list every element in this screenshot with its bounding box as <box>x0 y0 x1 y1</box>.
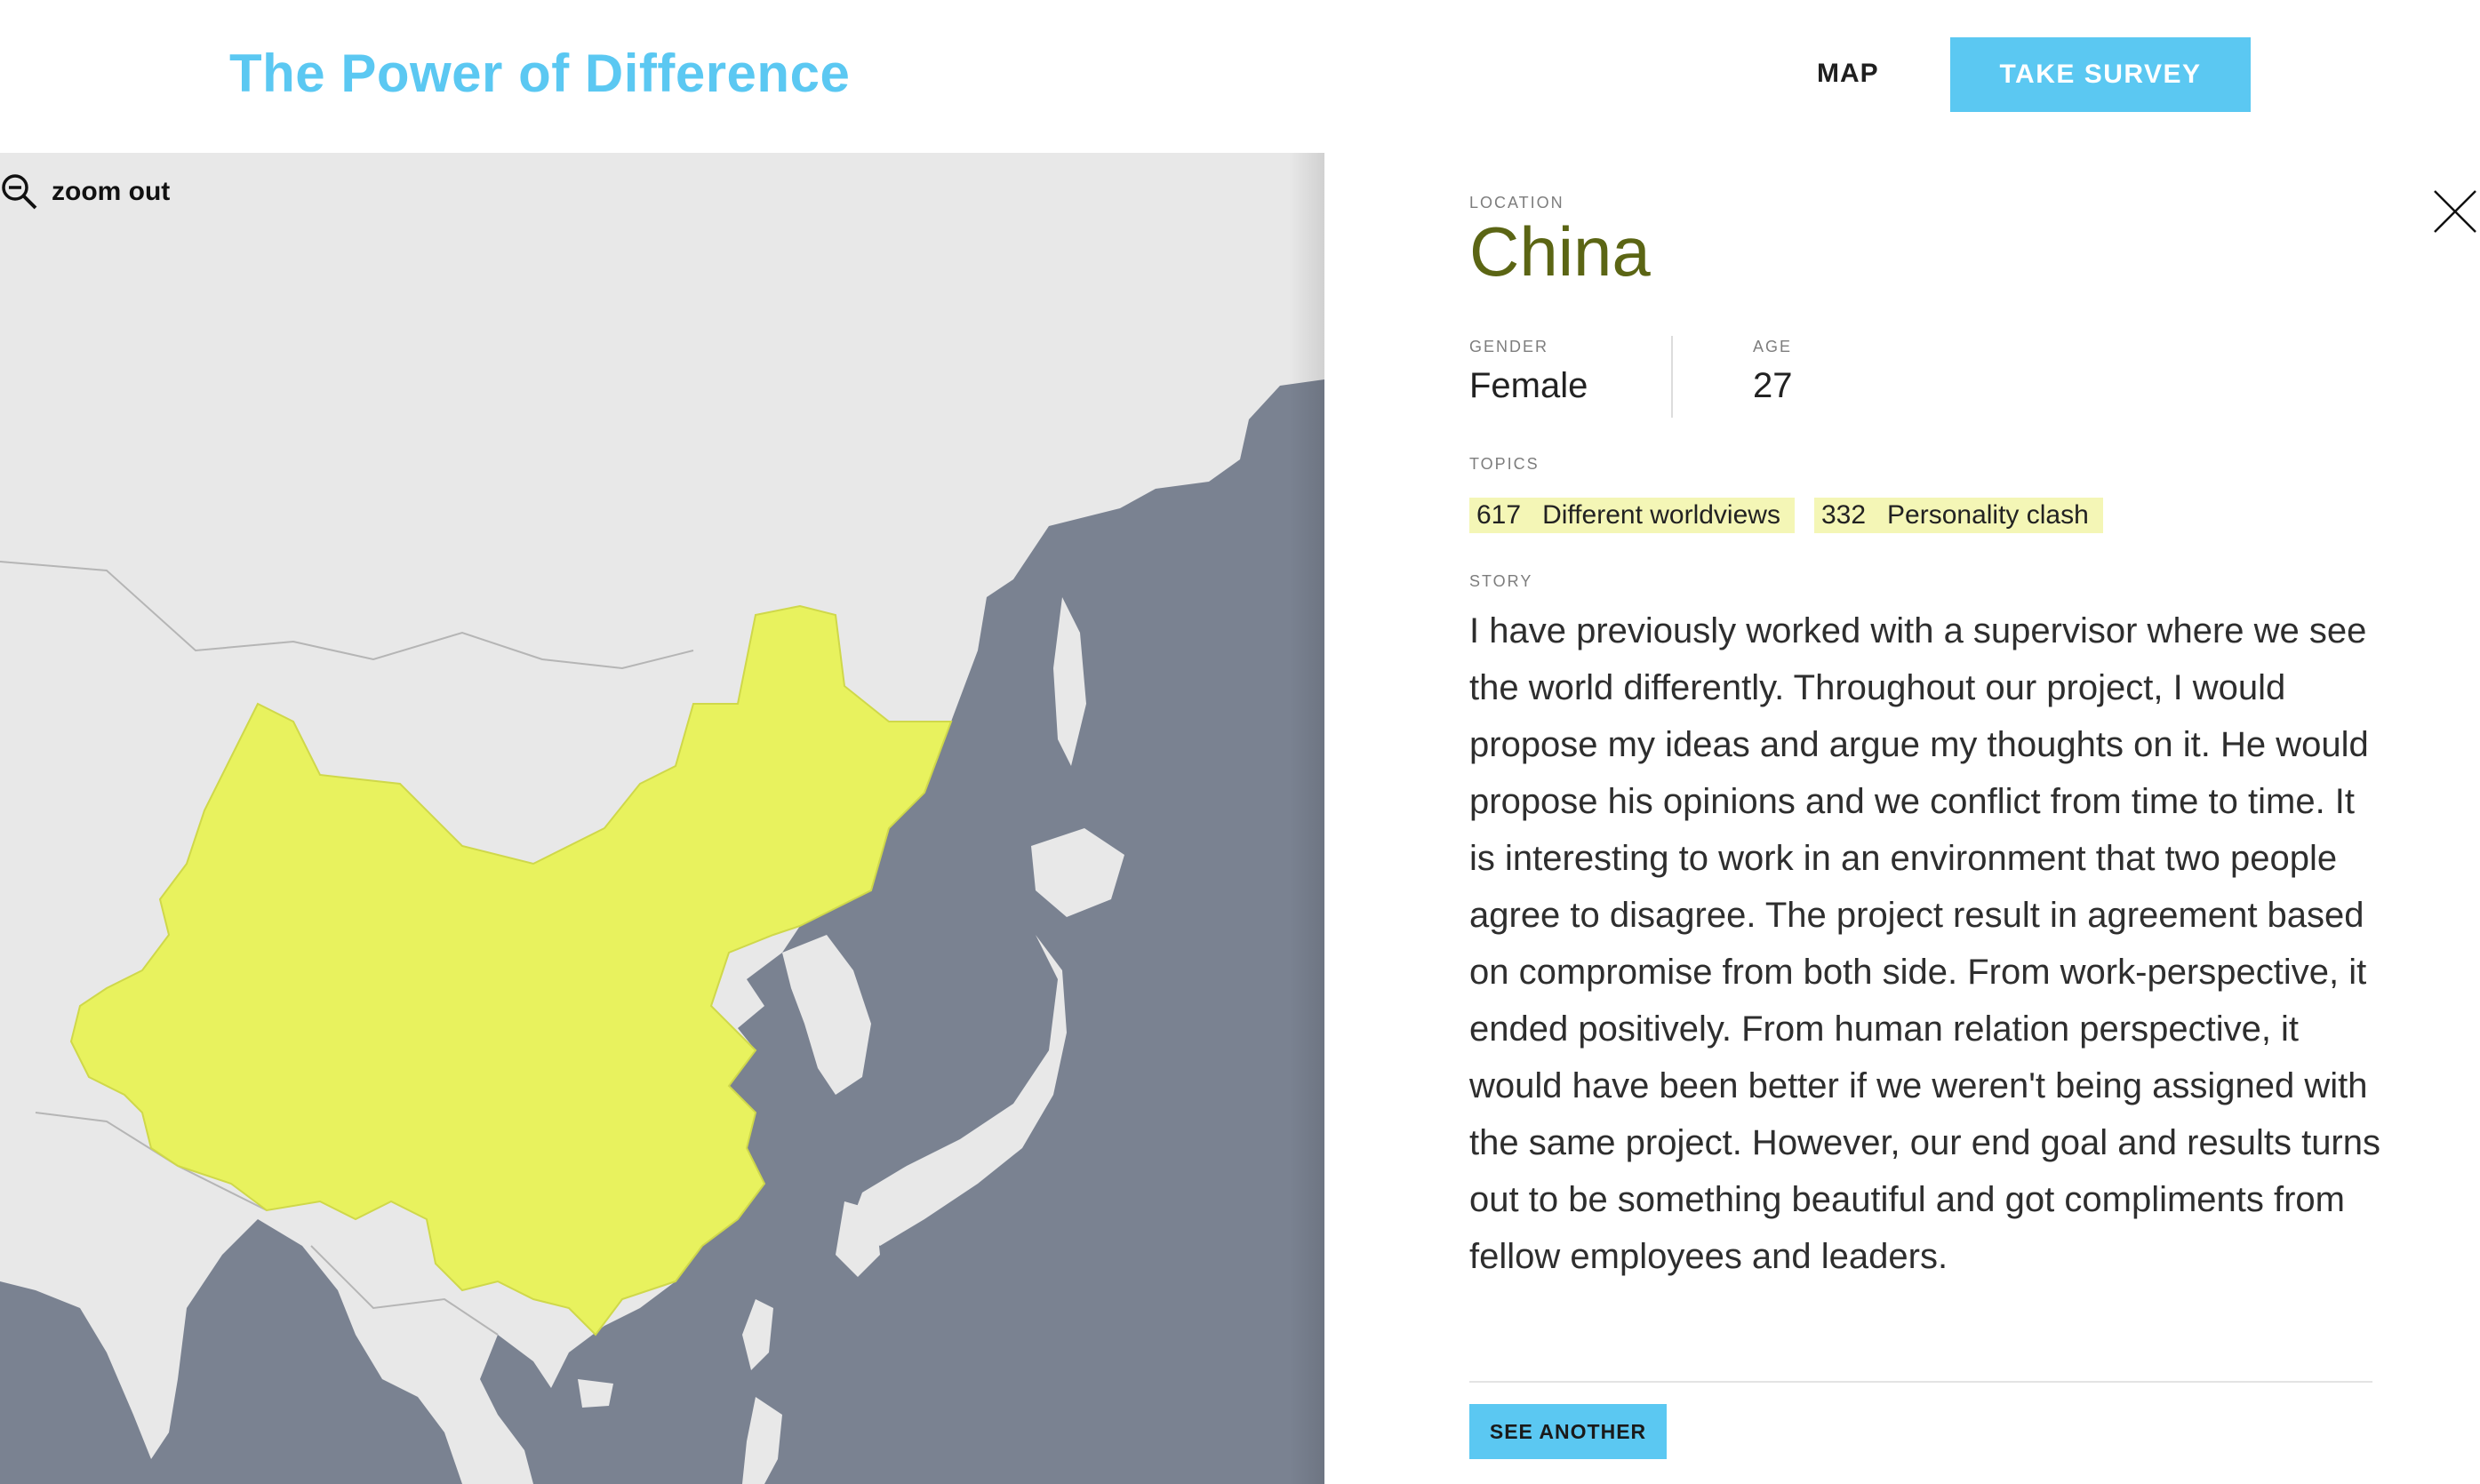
topic-count: 332 <box>1820 500 1867 530</box>
topic-name: Different worldviews <box>1542 500 1780 530</box>
zoom-out-control[interactable]: zoom out <box>0 172 170 211</box>
brand-title[interactable]: The Power of Difference <box>229 43 850 104</box>
zoom-out-label: zoom out <box>52 177 171 206</box>
close-icon[interactable] <box>2432 188 2478 235</box>
age-label: AGE <box>1753 338 1793 355</box>
map-canvas[interactable] <box>0 153 1324 1484</box>
location-label: LOCATION <box>1469 194 1564 211</box>
topic-count: 617 <box>1476 500 1522 530</box>
field-divider <box>1671 336 1673 418</box>
site-header: The Power of Difference MAP TAKE SURVEY <box>0 0 2480 153</box>
age-value: 27 <box>1753 366 1793 405</box>
topic-chip-different-worldviews[interactable]: 617 Different worldviews <box>1469 498 1795 533</box>
nav-map-link[interactable]: MAP <box>1817 59 1879 89</box>
gender-label: GENDER <box>1469 338 1549 355</box>
world-map[interactable]: zoom out <box>0 153 1324 1484</box>
see-another-button[interactable]: SEE ANOTHER <box>1469 1404 1667 1459</box>
story-divider <box>1469 1381 2372 1383</box>
story-label: STORY <box>1469 572 1533 590</box>
zoom-out-icon <box>0 172 39 211</box>
topics-list: 617 Different worldviews 332 Personality… <box>1469 498 2103 533</box>
take-survey-button[interactable]: TAKE SURVEY <box>1950 37 2251 112</box>
story-detail-panel: LOCATION China GENDER Female AGE 27 TOPI… <box>1324 153 2480 1484</box>
topic-chip-personality-clash[interactable]: 332 Personality clash <box>1813 498 2103 533</box>
location-value: China <box>1469 212 1651 291</box>
story-text: I have previously worked with a supervis… <box>1469 611 2380 1276</box>
topic-name: Personality clash <box>1887 500 2089 530</box>
gender-value: Female <box>1469 366 1588 405</box>
topics-label: TOPICS <box>1469 455 1540 473</box>
hainan-landmass <box>578 1379 613 1408</box>
